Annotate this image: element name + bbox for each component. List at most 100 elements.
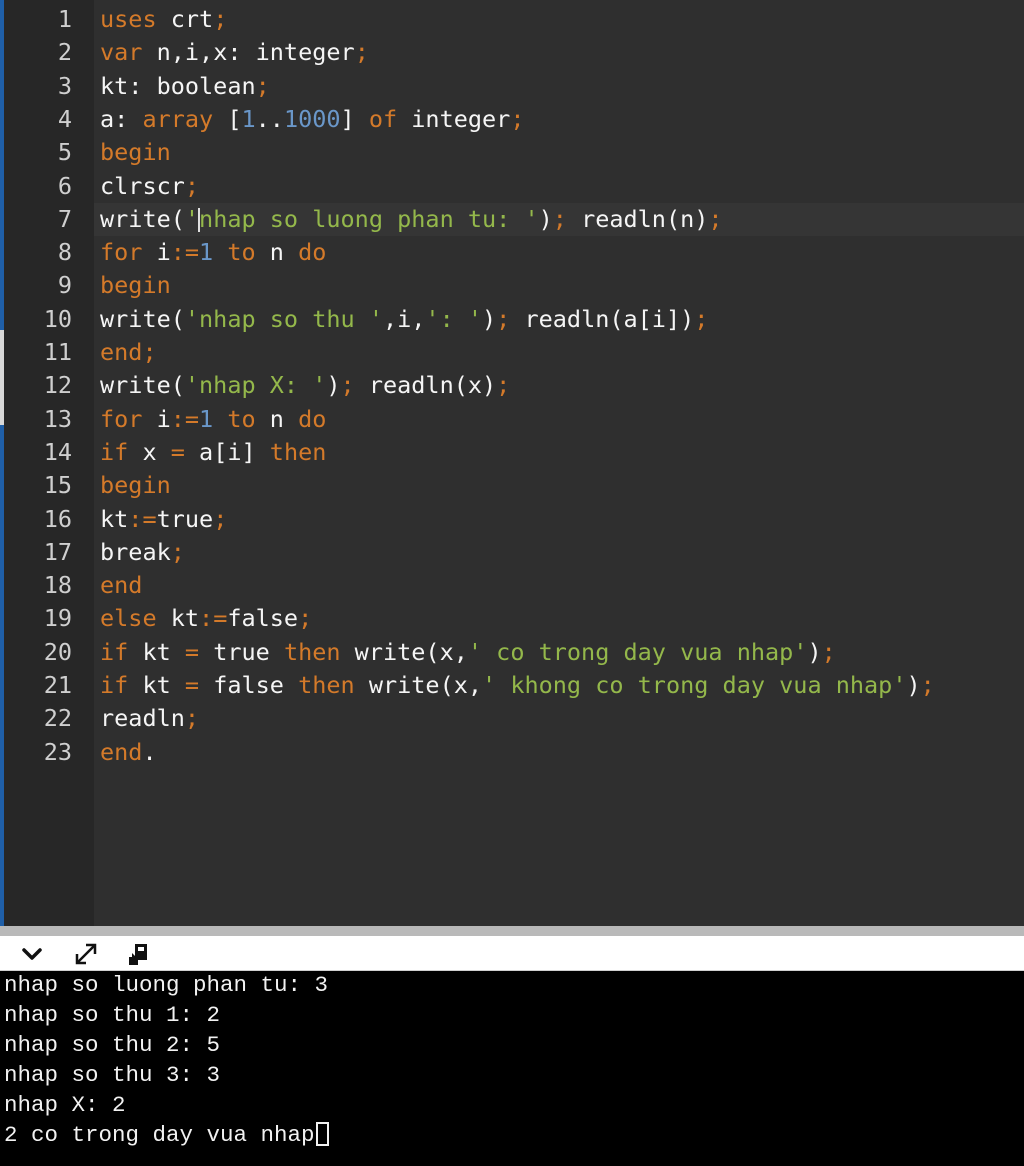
code-token: [ xyxy=(213,104,242,133)
code-area[interactable]: uses crt; var n,i,x: integer; kt: boolean;… xyxy=(94,0,1024,926)
code-token: end xyxy=(100,338,143,366)
line-number: 17 xyxy=(43,537,72,566)
code-token: ; xyxy=(694,304,709,333)
code-token: 1 xyxy=(241,104,256,133)
code-line[interactable]: kt:=true; xyxy=(94,503,1024,536)
code-token: if xyxy=(100,637,129,666)
line-number: 22 xyxy=(43,704,72,733)
code-line[interactable]: if kt = false then write(x,' khong co tr… xyxy=(94,669,1024,702)
code-token: ; xyxy=(184,171,200,200)
line-number: 11 xyxy=(43,338,72,366)
code-line[interactable]: var n,i,x: integer; xyxy=(94,36,1024,69)
code-token: := xyxy=(128,504,157,533)
code-token: var xyxy=(100,38,143,67)
code-token: end xyxy=(100,571,143,600)
line-number: 3 xyxy=(57,71,72,100)
line-number: 20 xyxy=(43,637,72,666)
code-token: to xyxy=(213,404,256,433)
code-token: ; xyxy=(213,5,228,33)
code-token: := xyxy=(170,404,200,433)
code-token: ) xyxy=(538,204,553,233)
code-token: ': ' xyxy=(425,304,483,333)
code-token: ; xyxy=(552,204,567,233)
line-number: 21 xyxy=(43,671,72,699)
code-token: ' khong co trong day vua nhap' xyxy=(482,671,907,699)
output-console[interactable]: nhap so luong phan tu: 3 nhap so thu 1: 2… xyxy=(0,971,1024,1166)
code-line[interactable]: begin xyxy=(94,269,1024,302)
code-token: .. xyxy=(255,104,284,133)
code-token: 'nhap so thu ' xyxy=(184,304,383,333)
code-line[interactable]: uses crt; xyxy=(94,3,1024,36)
code-line[interactable]: if x = a[i] then xyxy=(94,436,1024,469)
code-line[interactable]: break; xyxy=(94,536,1024,569)
code-token: begin xyxy=(100,471,171,500)
code-line[interactable]: write('nhap X: '); readln(x); xyxy=(94,369,1024,402)
code-line[interactable]: kt: boolean; xyxy=(94,70,1024,103)
console-line: nhap so luong phan tu: 3 xyxy=(4,972,329,998)
code-token: to xyxy=(213,238,256,267)
code-line[interactable]: begin xyxy=(94,469,1024,502)
code-line[interactable]: for i:=1 to n do xyxy=(94,403,1024,436)
code-token: ; xyxy=(920,671,935,699)
console-line: nhap so thu 1: 2 xyxy=(4,1002,221,1028)
code-token: uses xyxy=(100,5,157,33)
code-token: n xyxy=(255,404,299,433)
line-number: 13 xyxy=(43,404,72,433)
expand-icon[interactable] xyxy=(71,939,101,969)
code-line[interactable]: end. xyxy=(94,736,1024,769)
code-token: ; xyxy=(510,104,525,133)
code-token: ; xyxy=(708,204,723,233)
code-token: false xyxy=(199,671,299,699)
code-line[interactable]: if kt = true then write(x,' co trong day… xyxy=(94,636,1024,669)
code-line[interactable]: readln; xyxy=(94,702,1024,735)
code-token: then xyxy=(269,437,327,466)
code-token: readln(x) xyxy=(354,371,497,400)
code-token: of xyxy=(368,104,398,133)
line-number: 10 xyxy=(43,304,72,333)
code-token: 1 xyxy=(199,404,214,433)
code-line[interactable]: else kt:=false; xyxy=(94,602,1024,635)
chevron-down-icon[interactable] xyxy=(17,939,47,969)
code-token: end xyxy=(100,737,143,766)
code-line[interactable]: write('nhap so thu ',i,': '); readln(a[i… xyxy=(94,303,1024,336)
code-token: x xyxy=(128,437,171,466)
code-line[interactable]: for i:=1 to n do xyxy=(94,236,1024,269)
code-token: ; xyxy=(213,504,228,533)
run-icon[interactable] xyxy=(124,939,154,969)
code-token: crt xyxy=(156,5,214,33)
code-token: ' xyxy=(184,204,200,233)
code-token: write(x, xyxy=(340,637,468,666)
editor-left-accent xyxy=(0,0,4,926)
code-token: := xyxy=(170,238,200,267)
code-token: ; xyxy=(298,604,313,633)
code-token: 1000 xyxy=(283,104,341,133)
code-token: ' co trong day vua nhap' xyxy=(467,637,808,666)
code-token: for xyxy=(100,404,143,433)
code-line[interactable]: write('nhap so luong phan tu: '); readln… xyxy=(94,202,1024,237)
code-token: ) xyxy=(482,304,497,333)
code-line[interactable]: begin xyxy=(94,136,1024,169)
line-number: 6 xyxy=(57,171,72,200)
console-line: nhap so thu 2: 5 xyxy=(4,1032,221,1058)
code-token: clrscr xyxy=(100,171,185,200)
code-line[interactable]: end xyxy=(94,569,1024,602)
line-number: 9 xyxy=(57,271,72,300)
code-token: kt xyxy=(100,504,129,533)
code-line[interactable]: a: array [1..1000] of integer; xyxy=(94,103,1024,136)
line-number: 14 xyxy=(43,437,72,466)
code-token: break xyxy=(100,537,171,566)
code-token: readln(n) xyxy=(566,204,709,233)
code-line[interactable]: clrscr; xyxy=(94,170,1024,203)
code-token: kt xyxy=(156,604,200,633)
code-token: if xyxy=(100,437,129,466)
panel-resize-handle[interactable] xyxy=(0,926,1024,936)
code-token: then xyxy=(298,671,355,699)
line-number: 15 xyxy=(43,471,72,500)
code-line[interactable]: end; xyxy=(94,336,1024,369)
code-token: ; xyxy=(821,637,836,666)
code-token: else xyxy=(100,604,157,633)
code-token: n,i,x: integer xyxy=(142,38,355,67)
code-token: for xyxy=(100,238,143,267)
code-editor[interactable]: 1 2 3 4 5 6 7 8 9 10 11 12 13 14 15 16 17 18 19 20 21 22 23 us… xyxy=(0,0,1024,926)
code-token: = xyxy=(184,637,200,666)
